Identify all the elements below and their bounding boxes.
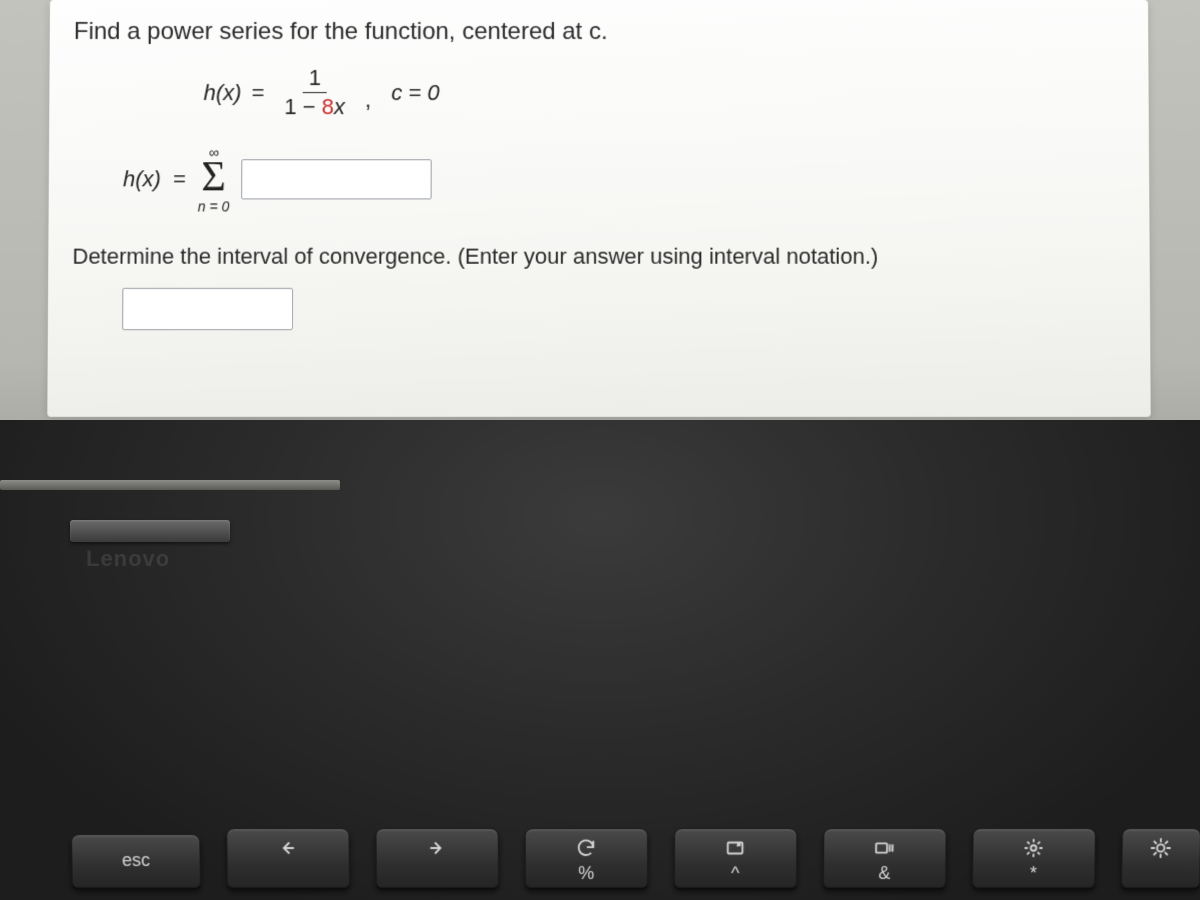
sigma-notation: ∞ Σ n = 0 bbox=[198, 146, 230, 214]
key-fullscreen[interactable]: ^ bbox=[674, 828, 797, 888]
homework-content-panel: Find a power series for the function, ce… bbox=[47, 0, 1150, 417]
laptop-brand-label: Lenovo bbox=[86, 546, 170, 572]
refresh-icon bbox=[575, 837, 597, 864]
comma: , bbox=[365, 87, 371, 119]
denominator: 1 − 8x bbox=[278, 93, 351, 119]
fullscreen-icon bbox=[724, 837, 746, 864]
denom-var: x bbox=[334, 94, 345, 119]
equals-sign: = bbox=[251, 80, 264, 106]
function-definition: h(x) = 1 1 − 8x , c = 0 bbox=[203, 66, 1124, 119]
hinge-bar bbox=[0, 480, 340, 490]
sum-lhs: h(x) bbox=[123, 166, 161, 192]
hinge-cap bbox=[70, 520, 230, 542]
fraction: 1 1 − 8x bbox=[278, 66, 351, 119]
denom-left: 1 − bbox=[284, 94, 321, 119]
interval-input[interactable] bbox=[122, 288, 293, 330]
brightness-down-icon bbox=[1022, 837, 1044, 864]
sigma-symbol: Σ bbox=[201, 162, 226, 196]
key-percent-label: % bbox=[578, 864, 594, 882]
series-answer-row: h(x) = ∞ Σ n = 0 bbox=[123, 146, 1126, 214]
problem-prompt: Find a power series for the function, ce… bbox=[74, 18, 1125, 46]
denom-coeff-highlight: 8 bbox=[322, 94, 334, 119]
key-brightness-up[interactable] bbox=[1121, 828, 1200, 888]
key-esc[interactable]: esc bbox=[71, 834, 201, 888]
key-asterisk-label: * bbox=[1030, 864, 1037, 882]
laptop-body: Lenovo esc % ^ bbox=[0, 420, 1200, 900]
arrow-left-icon bbox=[277, 837, 299, 864]
equals-sign-2: = bbox=[173, 166, 186, 192]
center-value: c = 0 bbox=[391, 80, 439, 106]
key-forward[interactable] bbox=[375, 828, 498, 888]
lhs-hx: h(x) bbox=[204, 80, 242, 106]
arrow-right-icon bbox=[426, 837, 448, 864]
key-amp-label: & bbox=[878, 864, 890, 882]
sigma-lower: n = 0 bbox=[198, 199, 230, 213]
key-back[interactable] bbox=[226, 828, 350, 888]
numerator: 1 bbox=[303, 66, 327, 93]
interval-prompt: Determine the interval of convergence. (… bbox=[72, 244, 1125, 270]
key-overview[interactable]: & bbox=[823, 828, 947, 888]
brightness-up-icon bbox=[1150, 837, 1173, 864]
key-caret-label: ^ bbox=[731, 864, 740, 882]
key-brightness-down[interactable]: * bbox=[972, 828, 1096, 888]
key-refresh[interactable]: % bbox=[525, 828, 648, 888]
overview-icon bbox=[873, 837, 895, 864]
series-term-input[interactable] bbox=[241, 159, 432, 199]
keyboard-row: esc % ^ & bbox=[70, 798, 1200, 888]
key-esc-label: esc bbox=[122, 850, 150, 871]
